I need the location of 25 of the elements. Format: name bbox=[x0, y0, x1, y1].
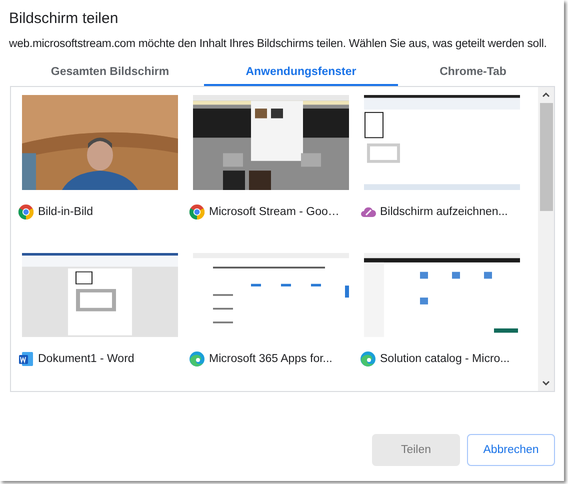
window-title: Dokument1 - Word bbox=[38, 353, 134, 365]
window-title: Bild-in-Bild bbox=[38, 206, 93, 218]
document-icon bbox=[18, 351, 34, 367]
dialog-message: web.microsoftstream.com möchte den Inhalt Ihres Bildschirms teilen. Wählen Sie aus, was geteilt werden soll. bbox=[9, 38, 548, 50]
window-option[interactable]: Microsoft 365 Apps for... bbox=[187, 257, 358, 397]
window-option[interactable]: Solution catalog - Micro... bbox=[358, 257, 529, 397]
window-option[interactable]: Microsoft Stream - Goo… bbox=[187, 95, 358, 257]
dialog-title: Bildschirm teilen bbox=[9, 10, 120, 27]
window-option[interactable]: Bild-in-Bild bbox=[16, 95, 187, 257]
scroll-down-icon[interactable] bbox=[541, 378, 551, 388]
browser-icon bbox=[360, 351, 376, 367]
window-title: Microsoft Stream - Goo… bbox=[209, 206, 340, 218]
window-title: Bildschirm aufzeichnen... bbox=[380, 206, 508, 218]
tab[interactable]: Chrome-Tab bbox=[398, 60, 548, 86]
window-title: Solution catalog - Micro... bbox=[380, 353, 510, 365]
tab[interactable]: Anwendungsfenster bbox=[204, 60, 398, 86]
window-option[interactable]: Bildschirm aufzeichnen... bbox=[358, 95, 529, 257]
scrollbar[interactable] bbox=[538, 87, 554, 391]
browser-icon bbox=[189, 351, 205, 367]
cancel-button[interactable]: Abbrechen bbox=[467, 434, 555, 466]
browser-icon bbox=[18, 204, 34, 220]
tab[interactable]: Gesamten Bildschirm bbox=[16, 60, 204, 86]
window-title: Microsoft 365 Apps for... bbox=[209, 353, 332, 365]
window-option[interactable]: Dokument1 - Word bbox=[16, 257, 187, 397]
browser-icon bbox=[189, 204, 205, 220]
